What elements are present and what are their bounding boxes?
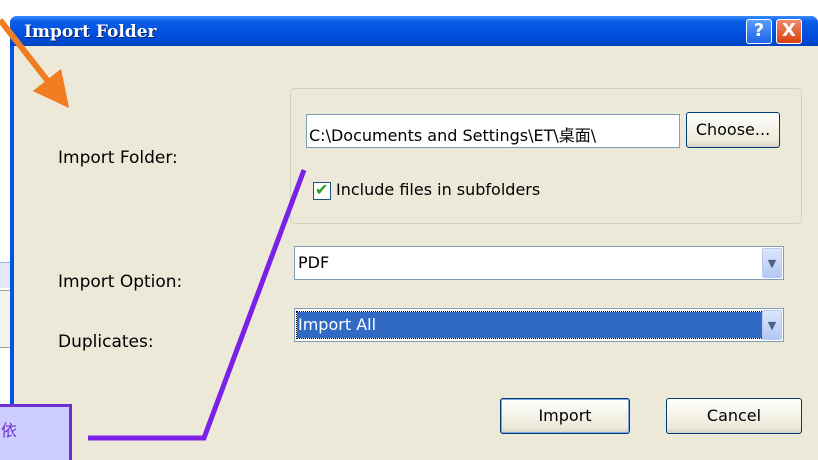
- chevron-down-icon[interactable]: ▼: [762, 248, 782, 278]
- folder-path-field[interactable]: C:\Documents and Settings\ET\桌面\: [306, 114, 680, 148]
- import-option-value: PDF: [298, 253, 330, 272]
- choose-button[interactable]: Choose...: [686, 112, 780, 148]
- duplicates-label: Duplicates:: [58, 332, 154, 352]
- dialog-title: Import Folder: [24, 22, 157, 42]
- help-button[interactable]: ?: [746, 19, 772, 44]
- import-button[interactable]: Import: [500, 398, 630, 434]
- import-folder-dialog: Import Folder ? X Import Folder: C:\Docu…: [10, 16, 818, 460]
- duplicates-value: Import All: [296, 311, 764, 339]
- import-folder-label: Import Folder:: [58, 148, 178, 168]
- chevron-down-icon[interactable]: ▼: [762, 310, 782, 340]
- annotation-callout: 依: [0, 404, 72, 460]
- include-subfolders-label[interactable]: Include files in subfolders: [336, 180, 540, 199]
- import-option-label: Import Option:: [58, 272, 183, 292]
- cancel-button[interactable]: Cancel: [666, 398, 802, 434]
- dialog-body: Import Folder: C:\Documents and Settings…: [14, 46, 818, 460]
- title-bar[interactable]: Import Folder ? X: [10, 16, 818, 46]
- folder-group-box: [290, 88, 802, 224]
- check-icon: ✔: [315, 180, 329, 199]
- close-button[interactable]: X: [776, 19, 802, 44]
- include-subfolders-checkbox[interactable]: ✔: [313, 180, 331, 200]
- duplicates-select[interactable]: Import All ▼: [294, 308, 784, 342]
- import-option-select[interactable]: PDF ▼: [294, 246, 784, 280]
- annotation-callout-text: 依: [1, 421, 18, 440]
